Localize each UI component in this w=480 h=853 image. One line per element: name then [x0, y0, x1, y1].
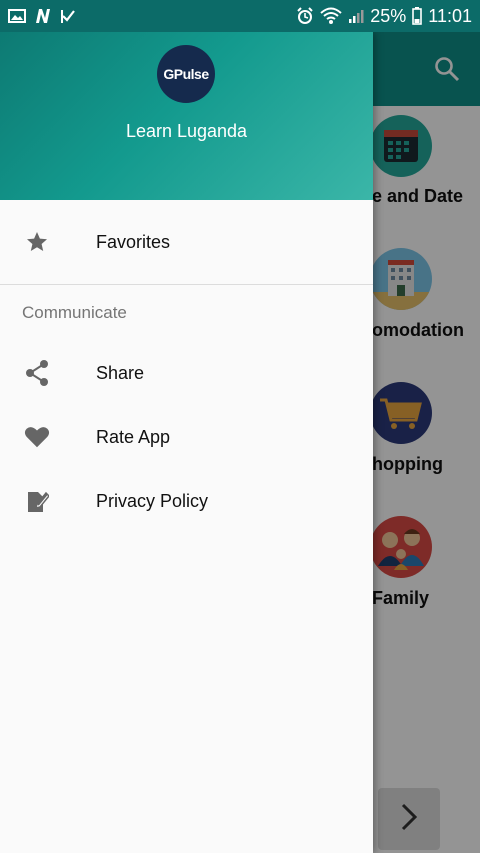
drawer-header: GPulse Learn Luganda: [0, 32, 373, 200]
menu-label: Privacy Policy: [96, 490, 209, 511]
battery-icon: [412, 7, 423, 25]
share-icon: [24, 360, 50, 386]
section-title: Communicate: [22, 303, 127, 322]
edit-document-icon: [24, 488, 50, 514]
menu-item-share[interactable]: Share: [0, 341, 373, 405]
check-flag-icon: [60, 8, 76, 24]
status-bar: 25% 11:01: [0, 0, 480, 32]
star-icon: [24, 229, 50, 255]
wifi-icon: [320, 7, 342, 25]
notification-icons: [8, 8, 76, 24]
n-notification-icon: [34, 8, 52, 24]
menu-item-privacy-policy[interactable]: Privacy Policy: [0, 469, 373, 533]
menu-item-rate-app[interactable]: Rate App: [0, 405, 373, 469]
app-logo: GPulse: [157, 45, 215, 103]
battery-percent: 25%: [370, 5, 407, 26]
gallery-icon: [8, 8, 26, 24]
menu-label: Rate App: [96, 426, 171, 447]
alarm-icon: [296, 7, 314, 25]
navigation-drawer: GPulse Learn Luganda Favorites Communica…: [0, 32, 373, 853]
system-status: 25% 11:01: [296, 6, 472, 27]
menu-item-favorites[interactable]: Favorites: [0, 210, 373, 274]
menu-label: Share: [96, 362, 145, 383]
clock: 11:01: [428, 5, 472, 26]
app-name: Learn Luganda: [125, 121, 248, 141]
signal-icon: [348, 8, 364, 24]
menu-label: Favorites: [96, 231, 171, 252]
heart-icon: [24, 424, 50, 450]
